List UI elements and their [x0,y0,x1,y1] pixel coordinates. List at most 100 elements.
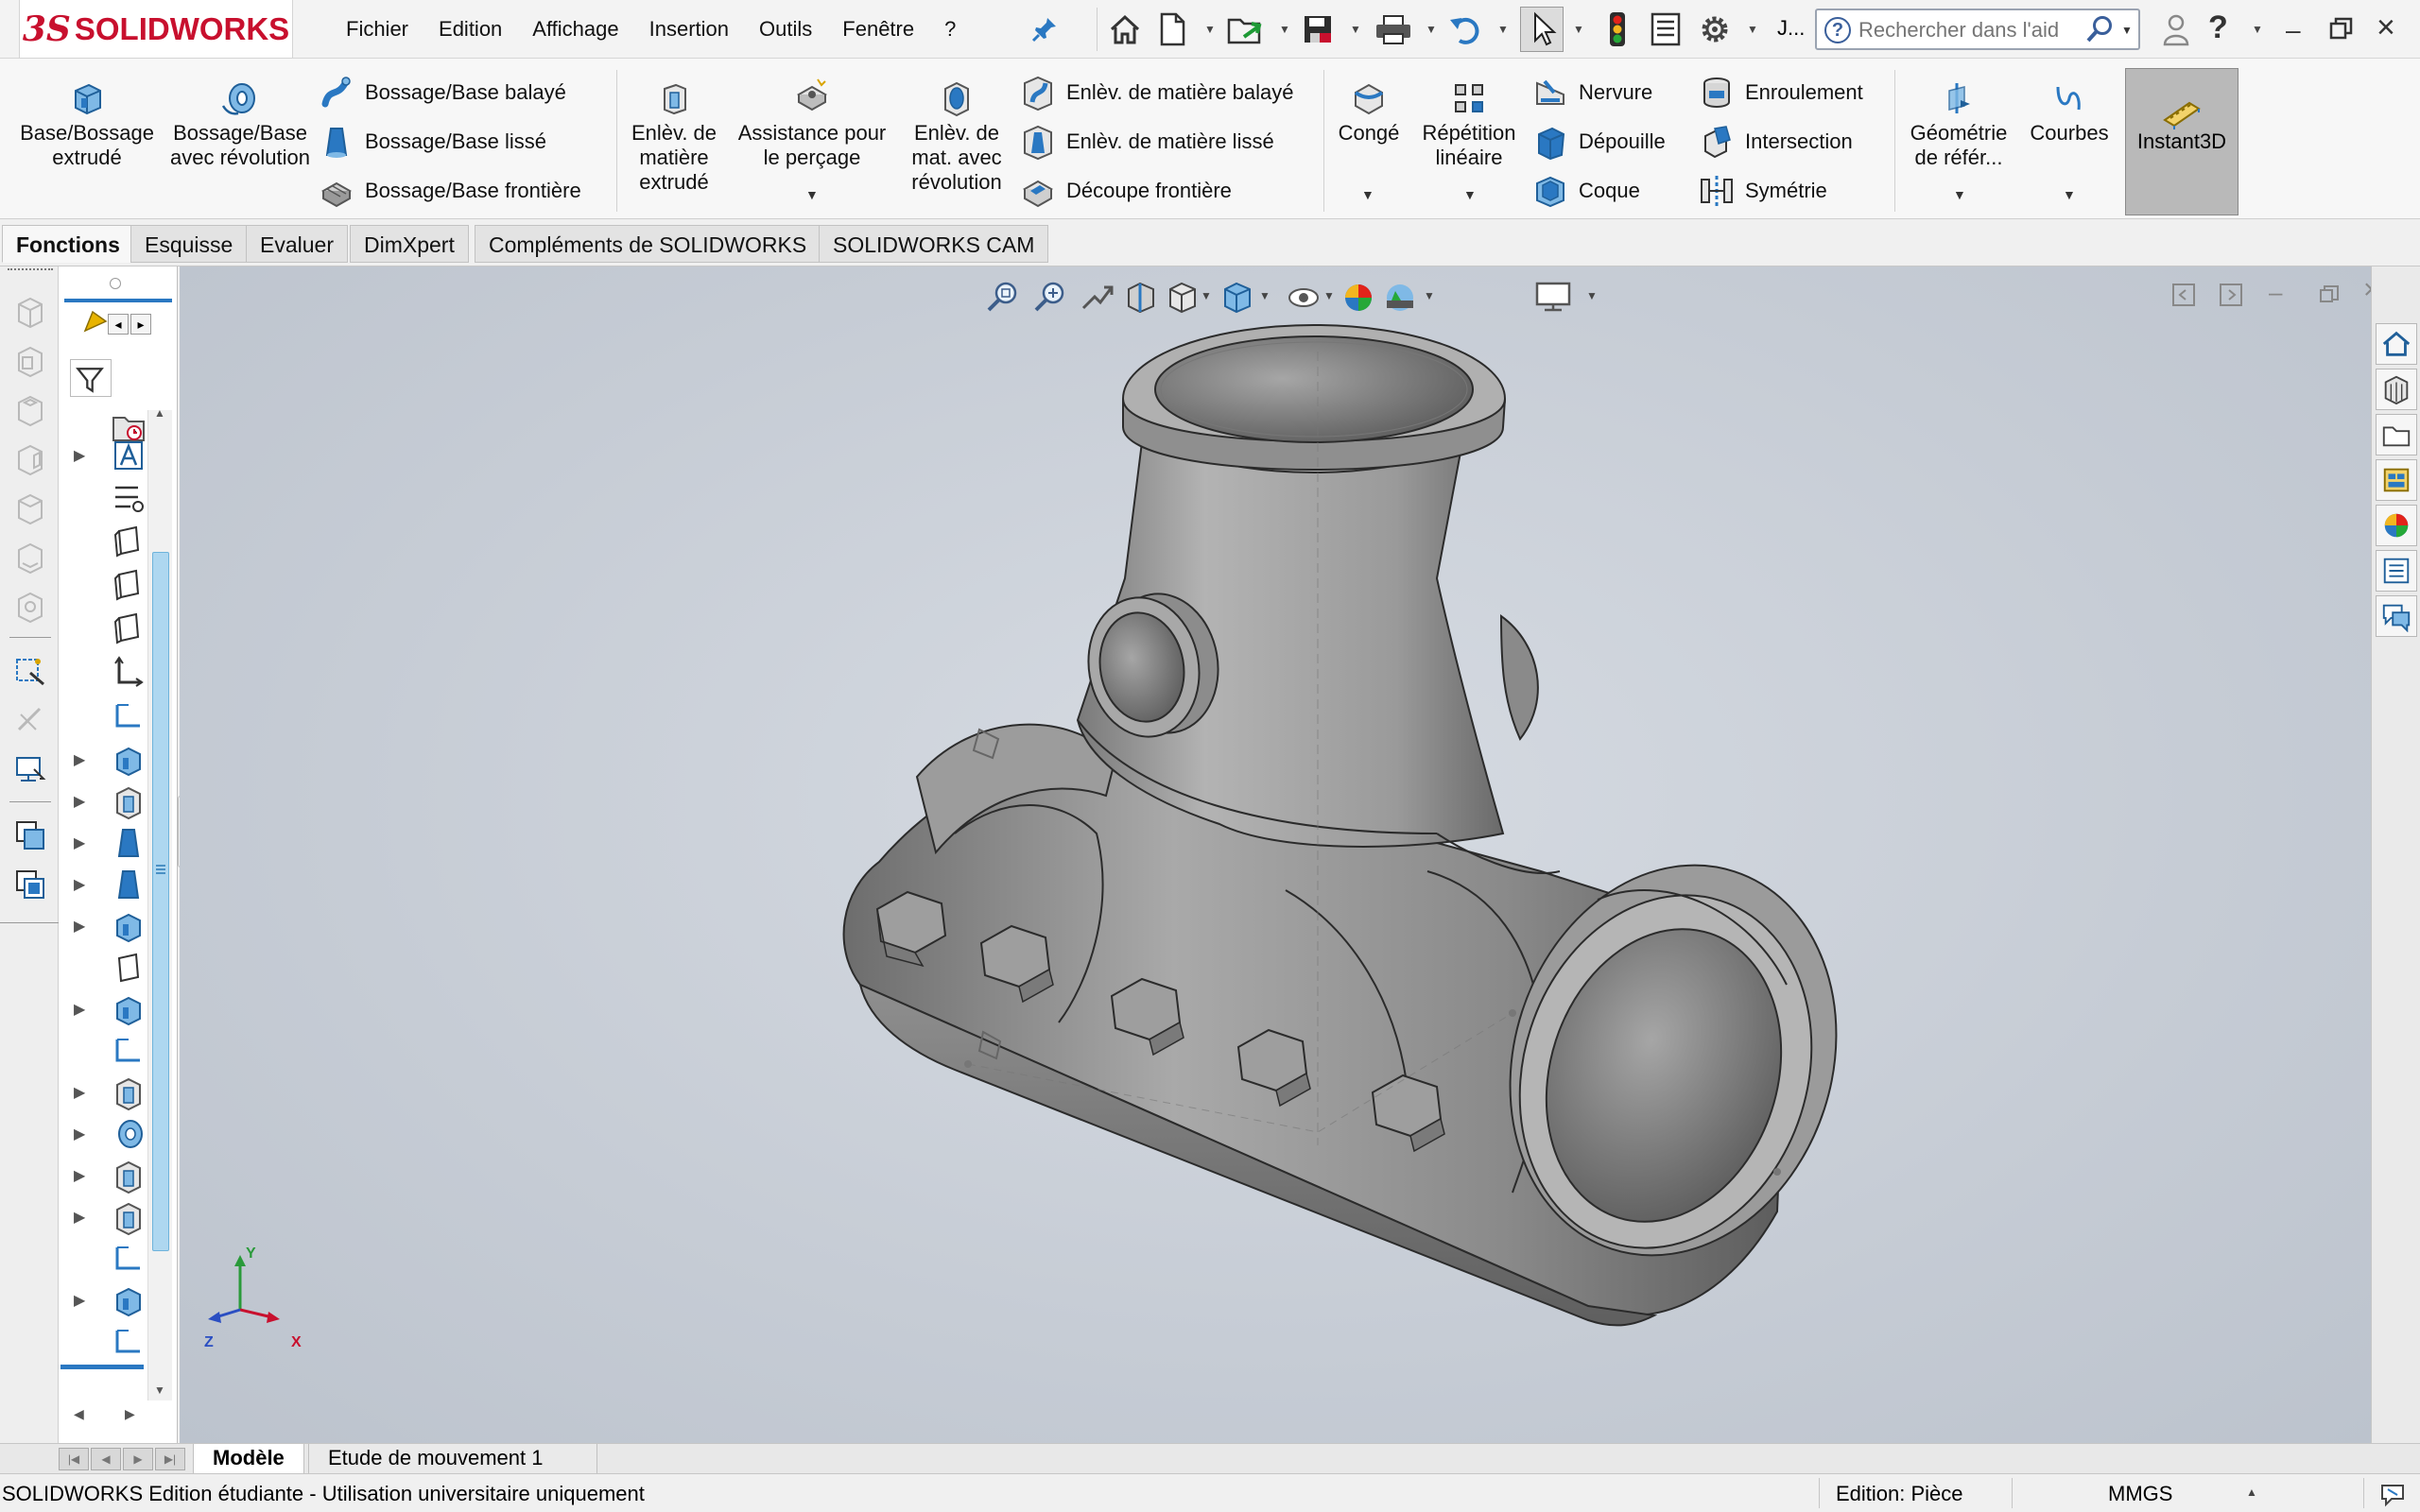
select-button[interactable] [1520,7,1564,52]
menu-insertion[interactable]: Insertion [634,17,744,42]
view-trimetric-icon[interactable] [11,588,49,626]
gear-icon[interactable] [1696,9,1734,49]
instant3d-button[interactable]: Instant3D [2125,68,2238,215]
boss-extrude-icon[interactable] [110,1281,147,1319]
file-explorer-tab[interactable] [2376,414,2417,455]
search-icon[interactable] [2083,13,2116,45]
pin-icon[interactable] [1030,9,1059,49]
new-document-dropdown-icon[interactable]: ▼ [1204,23,1216,36]
search-dropdown-icon[interactable]: ▼ [2121,24,2133,37]
cut-extrude-icon[interactable] [110,1157,147,1194]
fillet-button[interactable]: Congé [1329,77,1409,146]
new-document-icon[interactable] [1155,9,1189,49]
expand-arrow-icon[interactable]: ▶ [74,750,85,769]
loft-feature-icon[interactable] [110,824,147,862]
view-back-icon[interactable] [11,490,49,527]
undo-dropdown-icon[interactable]: ▼ [1497,23,1509,36]
feature-manager-tab-icon[interactable] [81,308,110,336]
sketch-item-icon[interactable] [110,1323,147,1361]
lofted-cut-button[interactable]: Enlèv. de matière lissé [1019,123,1274,161]
plane-icon[interactable] [110,949,147,987]
expand-arrow-icon[interactable]: ▶ [74,833,85,852]
rebuild-icon[interactable] [1601,9,1634,49]
equations-icon[interactable] [110,478,147,516]
mirror-button[interactable]: Symétrie [1698,172,1827,210]
reference-geometry-button[interactable]: Géométrie de référ... [1900,77,2017,170]
unit-system[interactable]: MMGS [2108,1482,2172,1506]
menu-affichage[interactable]: Affichage [517,17,633,42]
view-front-icon[interactable] [11,342,49,380]
view-top-icon[interactable] [11,391,49,429]
copy-view-icon[interactable] [11,816,49,854]
panel-scroll-left-icon[interactable]: ◂ [108,314,129,335]
search-input[interactable] [1858,17,2095,43]
tree-scrollbar[interactable]: ▲ ▼ [147,406,172,1400]
reference-geometry-dropdown-icon[interactable]: ▼ [1953,187,1966,202]
curves-dropdown-icon[interactable]: ▼ [2063,187,2076,202]
boundary-cut-button[interactable]: Découpe frontière [1019,172,1232,210]
next-tab-icon[interactable]: ▶ [123,1448,153,1470]
expand-arrow-icon[interactable]: ▶ [74,446,85,465]
rib-button[interactable]: Nervure [1531,74,1652,112]
sketch-icon[interactable] [11,652,49,690]
open-dropdown-icon[interactable]: ▼ [1279,23,1290,36]
home-icon[interactable] [1106,9,1144,49]
smart-dimension-icon[interactable] [11,701,49,739]
hole-wizard-dropdown-icon[interactable]: ▼ [805,187,819,202]
scroll-right-icon[interactable]: ▶ [125,1406,135,1422]
tab-complements[interactable]: Compléments de SOLIDWORKS [475,225,821,263]
front-plane-icon[interactable] [110,565,147,603]
draft-button[interactable]: Dépouille [1531,123,1666,161]
minimize-window-icon[interactable]: – [2286,15,2301,45]
cut-extrude-icon[interactable] [110,1074,147,1111]
appearances-tab[interactable] [2376,505,2417,546]
close-window-icon[interactable]: × [2377,9,2395,46]
tab-motion-study[interactable]: Etude de mouvement 1 [308,1444,597,1474]
annotations-icon[interactable] [110,437,147,474]
tab-fonctions[interactable]: Fonctions [2,225,134,263]
solidworks-logo[interactable]: 3S SOLIDWORKS [19,0,293,59]
tab-dimxpert[interactable]: DimXpert [350,225,469,263]
origin-icon[interactable] [110,654,147,692]
tab-solidworks-cam[interactable]: SOLIDWORKS CAM [819,225,1049,263]
tab-evaluer[interactable]: Evaluer [246,225,348,263]
linear-pattern-dropdown-icon[interactable]: ▼ [1463,187,1477,202]
lofted-boss-button[interactable]: Bossage/Base lissé [318,123,546,161]
cut-extrude-icon[interactable] [110,1198,147,1236]
scroll-left-icon[interactable]: ◀ [74,1406,84,1422]
options-dropdown-icon[interactable]: ▼ [1747,23,1758,36]
select-dropdown-icon[interactable]: ▼ [1573,23,1584,36]
view-right-icon[interactable] [11,440,49,478]
menu-fenetre[interactable]: Fenêtre [827,17,929,42]
scroll-thumb[interactable] [152,552,169,1251]
file-properties-icon[interactable] [1649,9,1683,49]
wrap-button[interactable]: Enroulement [1698,74,1863,112]
paste-view-icon[interactable] [11,866,49,903]
design-library-tab[interactable] [2376,369,2417,410]
expand-arrow-icon[interactable]: ▶ [74,1208,85,1227]
custom-properties-tab[interactable] [2376,550,2417,592]
previous-tab-icon[interactable]: ◀ [91,1448,121,1470]
expand-arrow-icon[interactable]: ▶ [74,792,85,811]
revolved-cut-button[interactable]: Enlèv. de mat. avec révolution [900,77,1013,195]
rollback-bar[interactable] [60,1365,144,1369]
linear-pattern-button[interactable]: Répétition linéaire [1412,77,1526,170]
intersect-button[interactable]: Intersection [1698,123,1853,161]
swept-cut-button[interactable]: Enlèv. de matière balayé [1019,74,1294,112]
help-search[interactable]: ? ▼ [1815,9,2140,50]
top-plane-icon[interactable] [110,609,147,646]
user-icon[interactable] [2159,9,2193,49]
first-tab-icon[interactable]: |◀ [59,1448,89,1470]
last-tab-icon[interactable]: ▶| [155,1448,185,1470]
expand-arrow-icon[interactable]: ▶ [74,917,85,936]
curves-button[interactable]: Courbes [2021,77,2118,146]
expand-arrow-icon[interactable]: ▶ [74,1000,85,1019]
graphics-area[interactable]: ▼ ▼ ▼ ▼ ▼ – × [180,266,2371,1443]
boundary-boss-button[interactable]: Bossage/Base frontière [318,172,581,210]
boss-extrude-icon[interactable] [110,907,147,945]
view-isometric-icon[interactable] [11,293,49,331]
sketch-item-icon[interactable] [110,1032,147,1070]
sketch-item-icon[interactable] [110,697,147,735]
boss-extrude-icon[interactable] [110,741,147,779]
save-dropdown-icon[interactable]: ▼ [1350,23,1361,36]
